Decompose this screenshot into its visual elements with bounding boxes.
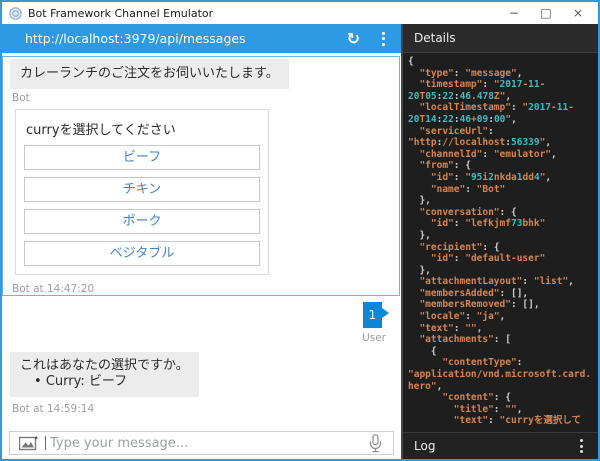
- hero-card-title: curryを選択してください: [26, 123, 176, 138]
- maximize-button[interactable]: □: [530, 3, 562, 23]
- card-button-chicken[interactable]: チキン: [24, 177, 260, 202]
- user-message-bubble[interactable]: 1: [363, 302, 389, 328]
- main-area: http://localhost:3979/api/messages ↻ カレー…: [2, 24, 598, 459]
- image-attachment-icon: [19, 436, 38, 450]
- microphone-button[interactable]: [363, 433, 393, 453]
- bot-timestamp: Bot at 14:47:20: [12, 283, 95, 295]
- bot-message-2-text: これはあなたの選択ですか。: [20, 358, 189, 373]
- user-label: User: [362, 332, 386, 344]
- attach-image-button[interactable]: [10, 436, 45, 451]
- chat-column: http://localhost:3979/api/messages ↻ カレー…: [2, 24, 401, 459]
- card-button-vegetable[interactable]: ベジタブル: [24, 241, 260, 266]
- hero-card[interactable]: curryを選択してください ビーフ チキン ポーク ベジタブル: [15, 109, 269, 275]
- details-title: Details: [414, 31, 456, 45]
- bot-label: Bot: [12, 92, 30, 104]
- emulator-window: Bot Framework Channel Emulator − □ × htt…: [0, 0, 600, 461]
- window-title: Bot Framework Channel Emulator: [28, 6, 214, 20]
- bot-message-2-bullet: Curry: ビーフ: [34, 374, 189, 390]
- close-button[interactable]: ×: [562, 3, 594, 23]
- log-menu-icon[interactable]: [576, 437, 587, 455]
- log-title: Log: [414, 439, 436, 453]
- message-input[interactable]: [46, 435, 363, 451]
- message-composer: [9, 431, 394, 455]
- app-icon: [9, 6, 22, 20]
- addressbar-menu-icon[interactable]: [378, 30, 389, 48]
- user-message-row: 1: [2, 302, 389, 328]
- endpoint-url-field[interactable]: http://localhost:3979/api/messages: [25, 31, 347, 46]
- minimize-button[interactable]: −: [498, 3, 530, 23]
- refresh-icon[interactable]: ↻: [347, 30, 360, 47]
- microphone-icon: [369, 433, 382, 452]
- bot-timestamp-2: Bot at 14:59:14: [12, 403, 95, 415]
- card-button-pork[interactable]: ポーク: [24, 209, 260, 234]
- bot-message-bubble-2[interactable]: これはあなたの選択ですか。 Curry: ビーフ: [10, 352, 199, 397]
- chat-panel: カレーランチのご注文をお伺いいたします。 Bot curryを選択してください …: [2, 53, 401, 430]
- bot-message-bubble[interactable]: カレーランチのご注文をお伺いいたします。: [10, 59, 289, 89]
- details-panel: Details { "type": "message", "timestamp"…: [403, 24, 598, 459]
- log-header: Log: [403, 432, 598, 459]
- address-bar: http://localhost:3979/api/messages ↻: [2, 24, 401, 53]
- details-header: Details: [403, 24, 598, 53]
- details-json[interactable]: { "type": "message", "timestamp": "2017-…: [403, 53, 598, 432]
- card-button-beef[interactable]: ビーフ: [24, 145, 260, 170]
- window-titlebar: Bot Framework Channel Emulator − □ ×: [2, 2, 598, 24]
